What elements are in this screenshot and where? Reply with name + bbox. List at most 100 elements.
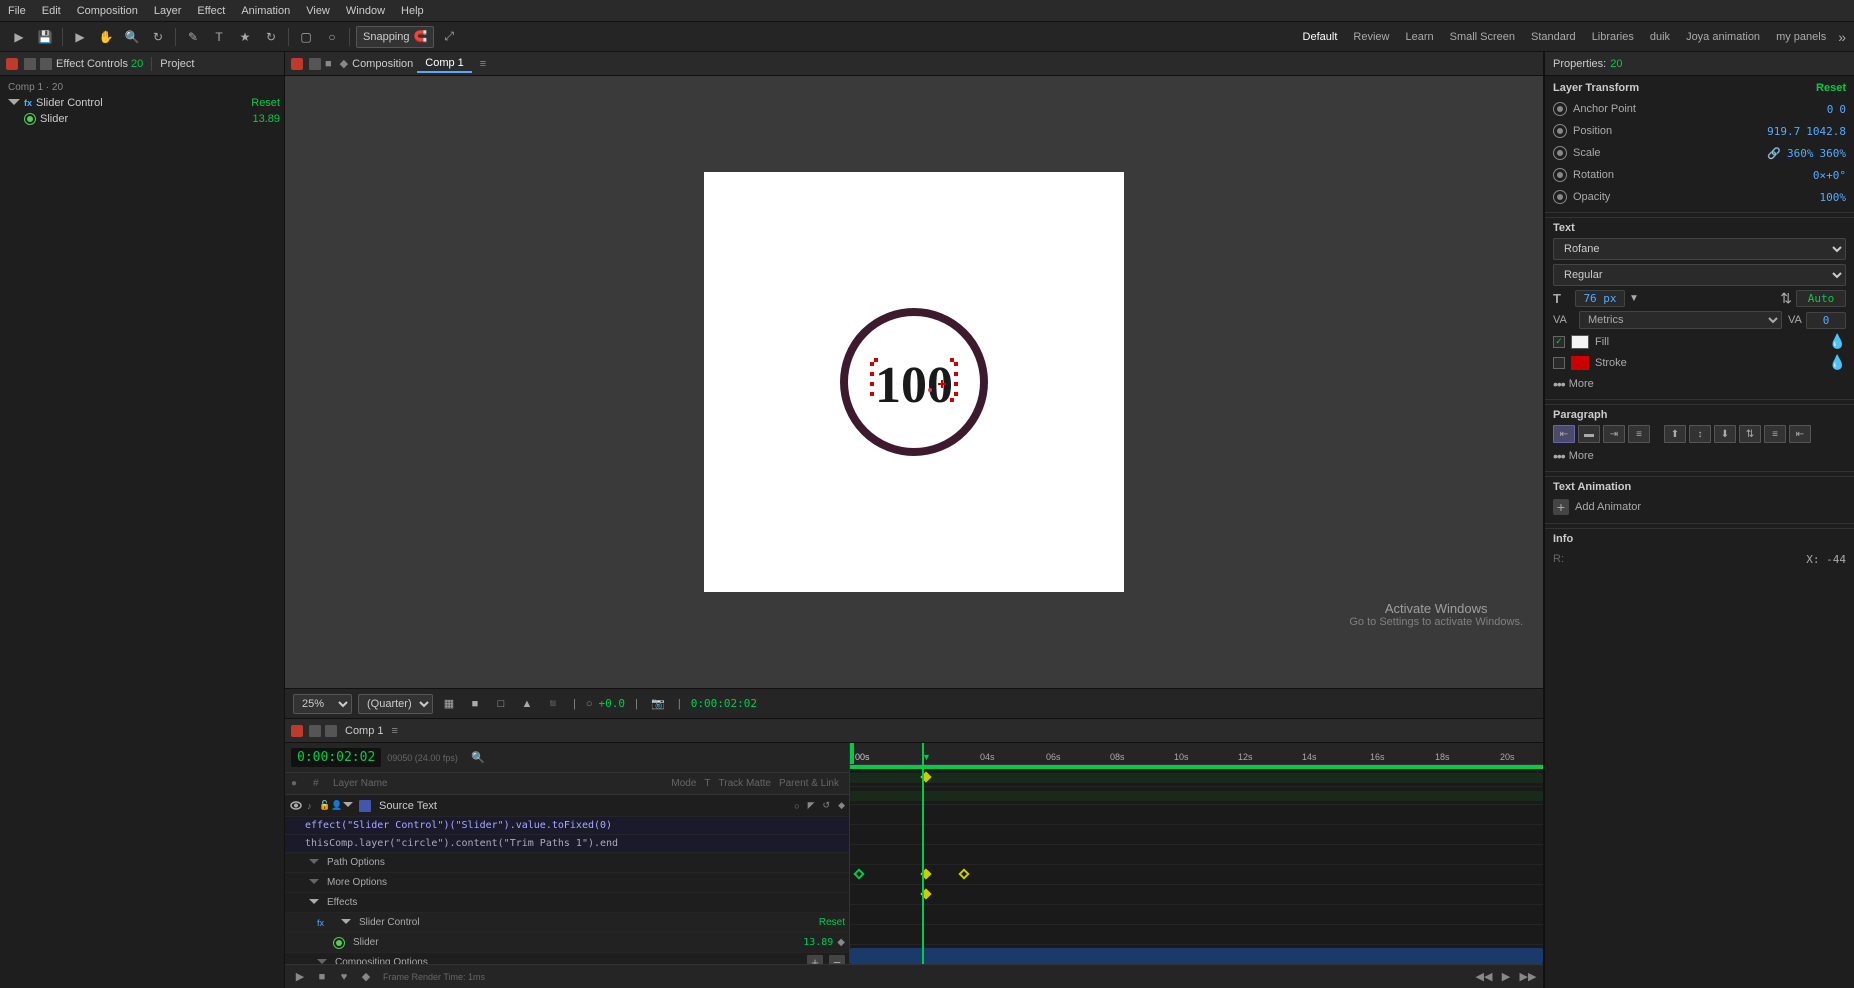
workspace-standard[interactable]: Standard xyxy=(1527,29,1580,45)
keyframe-slider[interactable] xyxy=(920,888,931,899)
comp-tab[interactable]: Comp 1 xyxy=(417,55,472,73)
panel-close-btn[interactable] xyxy=(6,58,18,70)
layer-1-reset[interactable]: ↺ xyxy=(823,800,831,811)
timeline-btn-2[interactable]: ■ xyxy=(313,968,331,986)
menu-window[interactable]: Window xyxy=(346,5,385,17)
keyframe-end[interactable] xyxy=(958,868,969,879)
align-bottom-btn[interactable]: ⬇ xyxy=(1714,425,1736,443)
align-center-btn[interactable]: ▬ xyxy=(1578,425,1600,443)
sublayer-slider-ctrl[interactable]: fx Slider Control Reset xyxy=(285,913,849,933)
menu-help[interactable]: Help xyxy=(401,5,424,17)
text-more-btn[interactable]: ••• More xyxy=(1545,373,1854,395)
toolbar-rotate[interactable]: ↻ xyxy=(147,26,169,48)
comp-timecode[interactable]: 0:00:02:02 xyxy=(691,697,757,710)
layer-1-triangle[interactable] xyxy=(343,802,353,810)
comp-tab-menu[interactable]: ≡ xyxy=(480,58,486,70)
align-force-btn[interactable]: ≡ xyxy=(1764,425,1786,443)
sublayer-slider[interactable]: Slider 13.89 ◆ xyxy=(285,933,849,953)
slider-param-value[interactable]: 13.89 xyxy=(252,113,280,125)
ctrl-grid[interactable]: ▦ xyxy=(439,694,459,714)
fill-eyedropper[interactable]: 💧 xyxy=(1829,333,1846,350)
compositing-add-btn[interactable]: + xyxy=(807,955,823,965)
menu-layer[interactable]: Layer xyxy=(154,5,182,17)
scale-y[interactable]: 360% xyxy=(1820,147,1847,160)
workspace-small-screen[interactable]: Small Screen xyxy=(1446,29,1519,45)
toolbar-select[interactable]: ▶ xyxy=(69,26,91,48)
toolbar-puppet[interactable]: ○ xyxy=(321,26,343,48)
font-selector[interactable]: Rofane xyxy=(1553,238,1846,260)
comp-panel-close[interactable] xyxy=(291,58,303,70)
add-animator-btn[interactable]: + xyxy=(1553,499,1569,515)
workspace-more[interactable]: » xyxy=(1838,29,1846,45)
position-x[interactable]: 919.7 xyxy=(1767,125,1800,138)
toolbar-expand[interactable]: ⤢ xyxy=(438,26,460,48)
opacity-value[interactable]: 100% xyxy=(1820,191,1847,204)
slider-param-row[interactable]: Slider 13.89 xyxy=(0,111,284,127)
va-metrics-select[interactable]: MetricsOptical xyxy=(1579,311,1782,329)
menu-edit[interactable]: Edit xyxy=(42,5,61,17)
anchor-point-y[interactable]: 0 xyxy=(1839,103,1846,116)
stroke-checkbox[interactable] xyxy=(1553,357,1565,369)
ctrl-ruler[interactable]: ■ xyxy=(465,694,485,714)
menu-composition[interactable]: Composition xyxy=(77,5,138,17)
snapping-toggle[interactable]: Snapping 🧲 xyxy=(356,26,434,48)
fill-swatch[interactable] xyxy=(1571,335,1589,349)
workspace-libraries[interactable]: Libraries xyxy=(1588,29,1638,45)
align-top-btn[interactable]: ⬆ xyxy=(1664,425,1686,443)
workspace-my-panels[interactable]: my panels xyxy=(1772,29,1830,45)
toolbar-hand[interactable]: ✋ xyxy=(95,26,117,48)
ctrl-mask[interactable]: ▲ xyxy=(517,694,537,714)
workspace-learn[interactable]: Learn xyxy=(1401,29,1437,45)
toolbar-brush[interactable]: ★ xyxy=(234,26,256,48)
slider-control-reset[interactable]: Reset xyxy=(251,97,280,109)
toolbar-new-comp[interactable]: ▶ xyxy=(8,26,30,48)
rotation-value[interactable]: 0×+0° xyxy=(1813,169,1846,182)
sublayer-compositing[interactable]: Compositing Options + − xyxy=(285,953,849,964)
toolbar-clone[interactable]: ↻ xyxy=(260,26,282,48)
zoom-select[interactable]: 25%50%100% xyxy=(293,694,352,714)
fill-checkbox[interactable]: ✓ xyxy=(1553,336,1565,348)
timeline-close[interactable] xyxy=(291,725,303,737)
layer-transform-reset[interactable]: Reset xyxy=(1816,82,1846,94)
style-selector[interactable]: Regular xyxy=(1553,264,1846,286)
timeline-menu[interactable]: ≡ xyxy=(392,725,398,737)
keyframe-current[interactable] xyxy=(920,868,931,879)
sublayer-more-options[interactable]: More Options xyxy=(285,873,849,893)
workspace-default[interactable]: Default xyxy=(1299,29,1342,45)
toolbar-open[interactable]: 💾 xyxy=(34,26,56,48)
align-left-btn[interactable]: ⇤ xyxy=(1553,425,1575,443)
timeline-transport-3[interactable]: ▶▶ xyxy=(1519,968,1537,986)
va-value[interactable]: 0 xyxy=(1806,312,1846,329)
menu-file[interactable]: File xyxy=(8,5,26,17)
layer-1-keyframe[interactable]: ◆ xyxy=(838,800,845,811)
paragraph-more-btn[interactable]: ••• More xyxy=(1545,445,1854,467)
workspace-joya[interactable]: Joya animation xyxy=(1682,29,1764,45)
slider-keyframe-icon[interactable] xyxy=(333,937,345,949)
timeline-icon2[interactable] xyxy=(325,725,337,737)
auto-leading-value[interactable]: Auto xyxy=(1796,290,1846,307)
align-middle-btn[interactable]: ↕ xyxy=(1689,425,1711,443)
compositing-sub-btn[interactable]: − xyxy=(829,955,845,965)
menu-animation[interactable]: Animation xyxy=(241,5,290,17)
align-distributed-btn[interactable]: ⇅ xyxy=(1739,425,1761,443)
ctrl-snapshot[interactable]: 📷 xyxy=(648,694,668,714)
font-size-value[interactable]: 76 px xyxy=(1575,290,1625,307)
effect-controls-title[interactable]: Effect Controls 20 xyxy=(56,58,143,70)
layer-1-row[interactable]: ♪ 🔓 👤 Source Text ○ ◤ ↺ ◆ xyxy=(285,795,849,817)
align-last-btn[interactable]: ⇤ xyxy=(1789,425,1811,443)
menu-view[interactable]: View xyxy=(306,5,330,17)
workspace-review[interactable]: Review xyxy=(1349,29,1393,45)
toolbar-pen[interactable]: ✎ xyxy=(182,26,204,48)
sublayer-path-options[interactable]: Path Options xyxy=(285,853,849,873)
add-animator-label[interactable]: Add Animator xyxy=(1575,501,1641,513)
comp-panel-icon[interactable] xyxy=(309,58,321,70)
toolbar-shape[interactable]: ▢ xyxy=(295,26,317,48)
stroke-swatch[interactable] xyxy=(1571,356,1589,370)
workspace-duik[interactable]: duik xyxy=(1646,29,1674,45)
stroke-eyedropper[interactable]: 💧 xyxy=(1829,354,1846,371)
quality-select[interactable]: (Quarter)(Half)(Full) xyxy=(358,694,433,714)
position-y[interactable]: 1042.8 xyxy=(1806,125,1846,138)
align-justify-btn[interactable]: ≡ xyxy=(1628,425,1650,443)
ctrl-safe-zones[interactable]: □ xyxy=(491,694,511,714)
timeline-transport-1[interactable]: ◀◀ xyxy=(1475,968,1493,986)
